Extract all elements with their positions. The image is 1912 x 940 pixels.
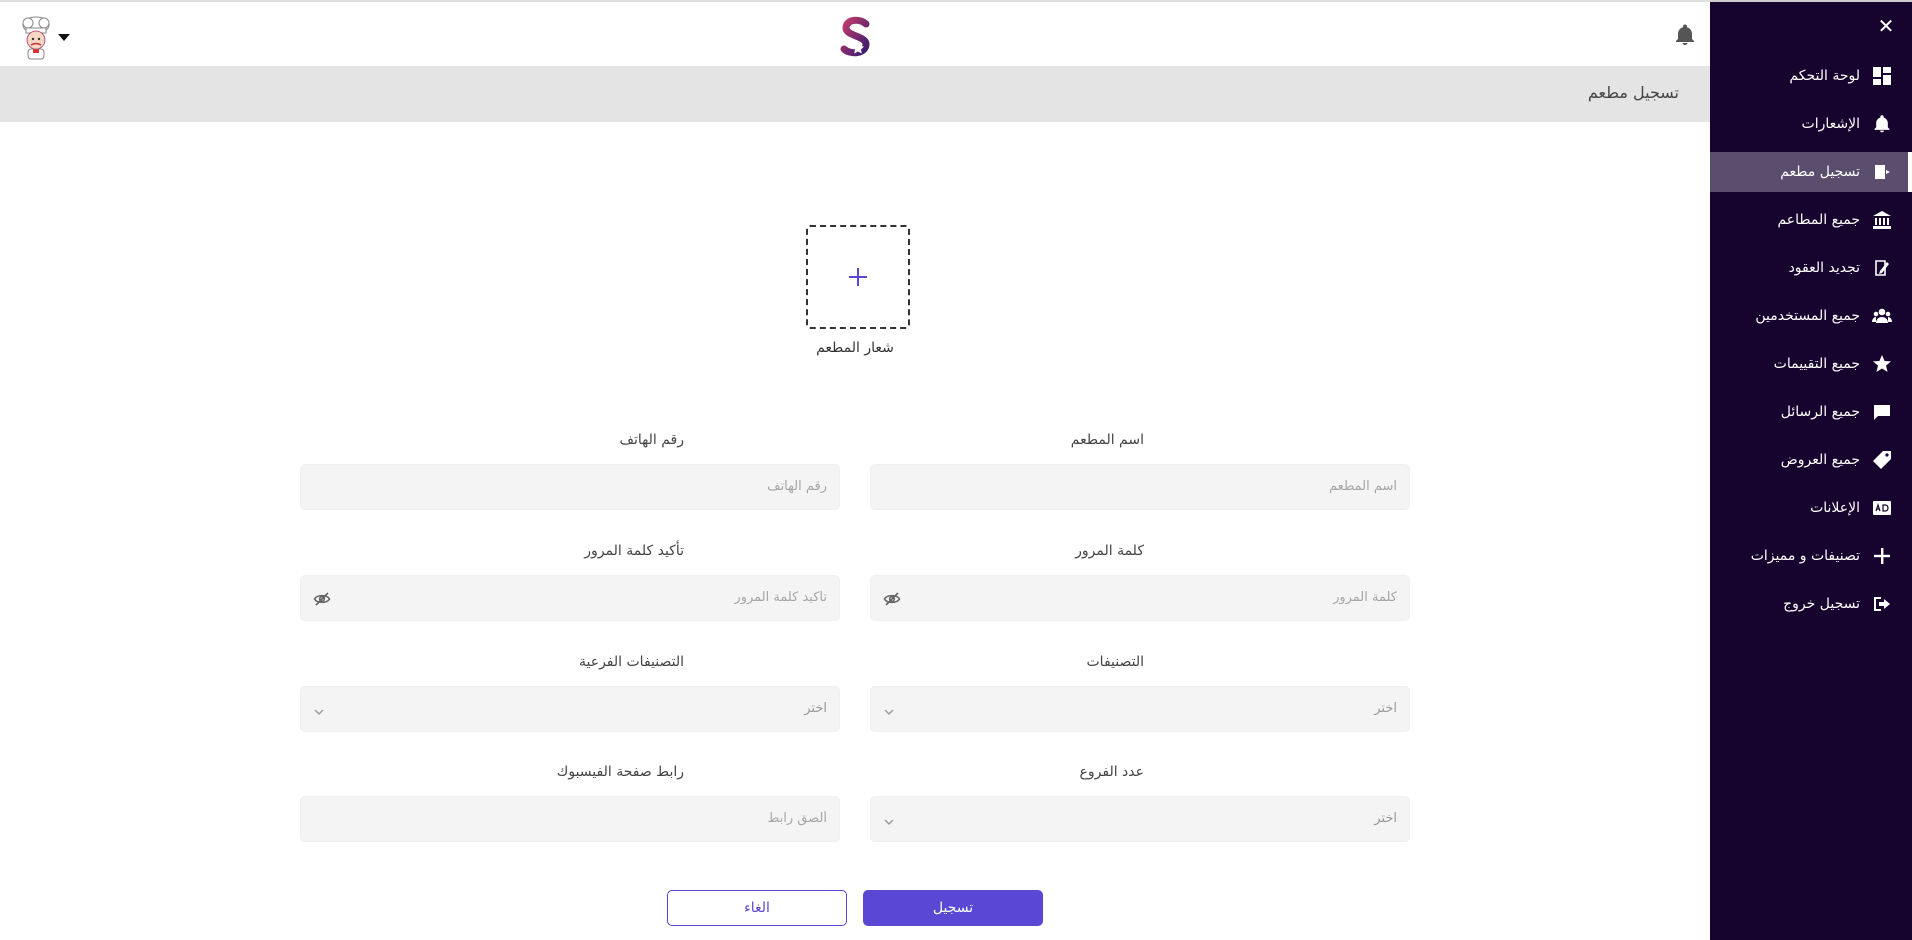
bank-icon [1870, 208, 1894, 232]
sidebar-item-all-reviews[interactable]: جميع التقييمات [1710, 344, 1912, 384]
sidebar-item-label: تصنيفات و مميزات [1750, 548, 1860, 564]
branches-label: عدد الفروع [1079, 764, 1144, 780]
password-field [870, 575, 1410, 621]
facebook-input[interactable] [349, 797, 827, 841]
restaurant-name-input[interactable] [919, 465, 1397, 509]
confirm-password-input[interactable] [349, 576, 827, 620]
register-button[interactable]: تسجيل [863, 890, 1043, 926]
chevron-down-icon [883, 703, 895, 715]
chevron-down-icon [883, 813, 895, 825]
logout-icon [1870, 592, 1894, 616]
facebook-label: رابط صفحة الفيسبوك [556, 764, 684, 780]
sidebar-nav: لوحة التحكم الإشعارات تسجيل مطعم جميع ال… [1710, 56, 1912, 632]
sidebar-item-notifications[interactable]: الإشعارات [1710, 104, 1912, 144]
restaurant-name-label: اسم المطعم [1070, 432, 1144, 448]
brand-logo [836, 16, 876, 58]
phone-label: رقم الهاتف [619, 432, 684, 448]
categories-select[interactable]: اختر [870, 686, 1410, 732]
branches-select[interactable]: اختر [870, 796, 1410, 842]
sidebar-item-logout[interactable]: تسجيل خروج [1710, 584, 1912, 624]
sidebar-item-label: تسجيل خروج [1783, 596, 1860, 612]
page-title: تسجيل مطعم [1587, 83, 1679, 102]
facebook-field [300, 796, 840, 842]
message-icon [1870, 400, 1894, 424]
phone-field [300, 464, 840, 510]
user-avatar[interactable] [16, 16, 56, 60]
tag-icon [1870, 448, 1894, 472]
subcategories-label: التصنيفات الفرعية [579, 654, 684, 670]
plus-icon [1870, 544, 1894, 568]
sidebar-item-register-restaurant[interactable]: تسجيل مطعم [1710, 152, 1912, 192]
password-input[interactable] [919, 576, 1397, 620]
sidebar-item-label: لوحة التحكم [1789, 68, 1860, 84]
eye-off-icon[interactable] [313, 590, 331, 608]
confirm-password-label: تأكيد كلمة المرور [584, 543, 684, 559]
chevron-down-icon [313, 703, 325, 715]
subcategories-select[interactable]: اختر [300, 686, 840, 732]
star-icon [1870, 352, 1894, 376]
sidebar-item-label: جميع الرسائل [1780, 404, 1860, 420]
sidebar: ✕ لوحة التحكم الإشعارات تسجيل مطعم جميع … [1710, 0, 1912, 940]
dashboard-icon [1870, 64, 1894, 88]
sidebar-item-label: الإعلانات [1810, 500, 1860, 516]
branches-select-value: اختر [1374, 811, 1397, 826]
restaurant-name-field [870, 464, 1410, 510]
top-bar [0, 0, 1710, 66]
sidebar-item-label: الإشعارات [1801, 116, 1860, 132]
logo-upload-box[interactable] [806, 225, 910, 329]
page-header: تسجيل مطعم [0, 66, 1710, 122]
sidebar-item-label: جميع المطاعم [1777, 212, 1860, 228]
subcategories-select-value: اختر [804, 701, 827, 716]
categories-label: التصنيفات [1086, 654, 1145, 670]
sidebar-item-dashboard[interactable]: لوحة التحكم [1710, 56, 1912, 96]
user-menu-caret-icon[interactable] [58, 34, 70, 41]
sidebar-item-label: تسجيل مطعم [1780, 164, 1860, 180]
sidebar-item-all-offers[interactable]: جميع العروض [1710, 440, 1912, 480]
phone-input[interactable] [349, 465, 827, 509]
register-icon [1870, 160, 1894, 184]
sidebar-item-label: جميع العروض [1780, 452, 1860, 468]
sidebar-item-all-messages[interactable]: جميع الرسائل [1710, 392, 1912, 432]
categories-select-value: اختر [1374, 701, 1397, 716]
sidebar-item-label: جميع التقييمات [1773, 356, 1860, 372]
edit-document-icon [1870, 256, 1894, 280]
sidebar-item-all-restaurants[interactable]: جميع المطاعم [1710, 200, 1912, 240]
sidebar-item-renew-contracts[interactable]: تجديد العقود [1710, 248, 1912, 288]
sidebar-item-ads[interactable]: الإعلانات [1710, 488, 1912, 528]
close-icon[interactable]: ✕ [1874, 14, 1898, 38]
confirm-password-field [300, 575, 840, 621]
eye-off-icon[interactable] [883, 590, 901, 608]
sidebar-item-label: جميع المستخدمين [1755, 308, 1860, 324]
password-label: كلمة المرور [1075, 543, 1144, 559]
sidebar-item-categories-features[interactable]: تصنيفات و مميزات [1710, 536, 1912, 576]
sidebar-item-label: تجديد العقود [1788, 260, 1860, 276]
logo-upload-label: شعار المطعم [816, 340, 894, 356]
notifications-bell-icon[interactable] [1673, 23, 1697, 47]
ads-icon [1870, 496, 1894, 520]
users-icon [1870, 304, 1894, 328]
plus-icon [849, 268, 867, 286]
cancel-button[interactable]: الغاء [667, 890, 847, 926]
bell-icon [1870, 112, 1894, 136]
sidebar-item-all-users[interactable]: جميع المستخدمين [1710, 296, 1912, 336]
